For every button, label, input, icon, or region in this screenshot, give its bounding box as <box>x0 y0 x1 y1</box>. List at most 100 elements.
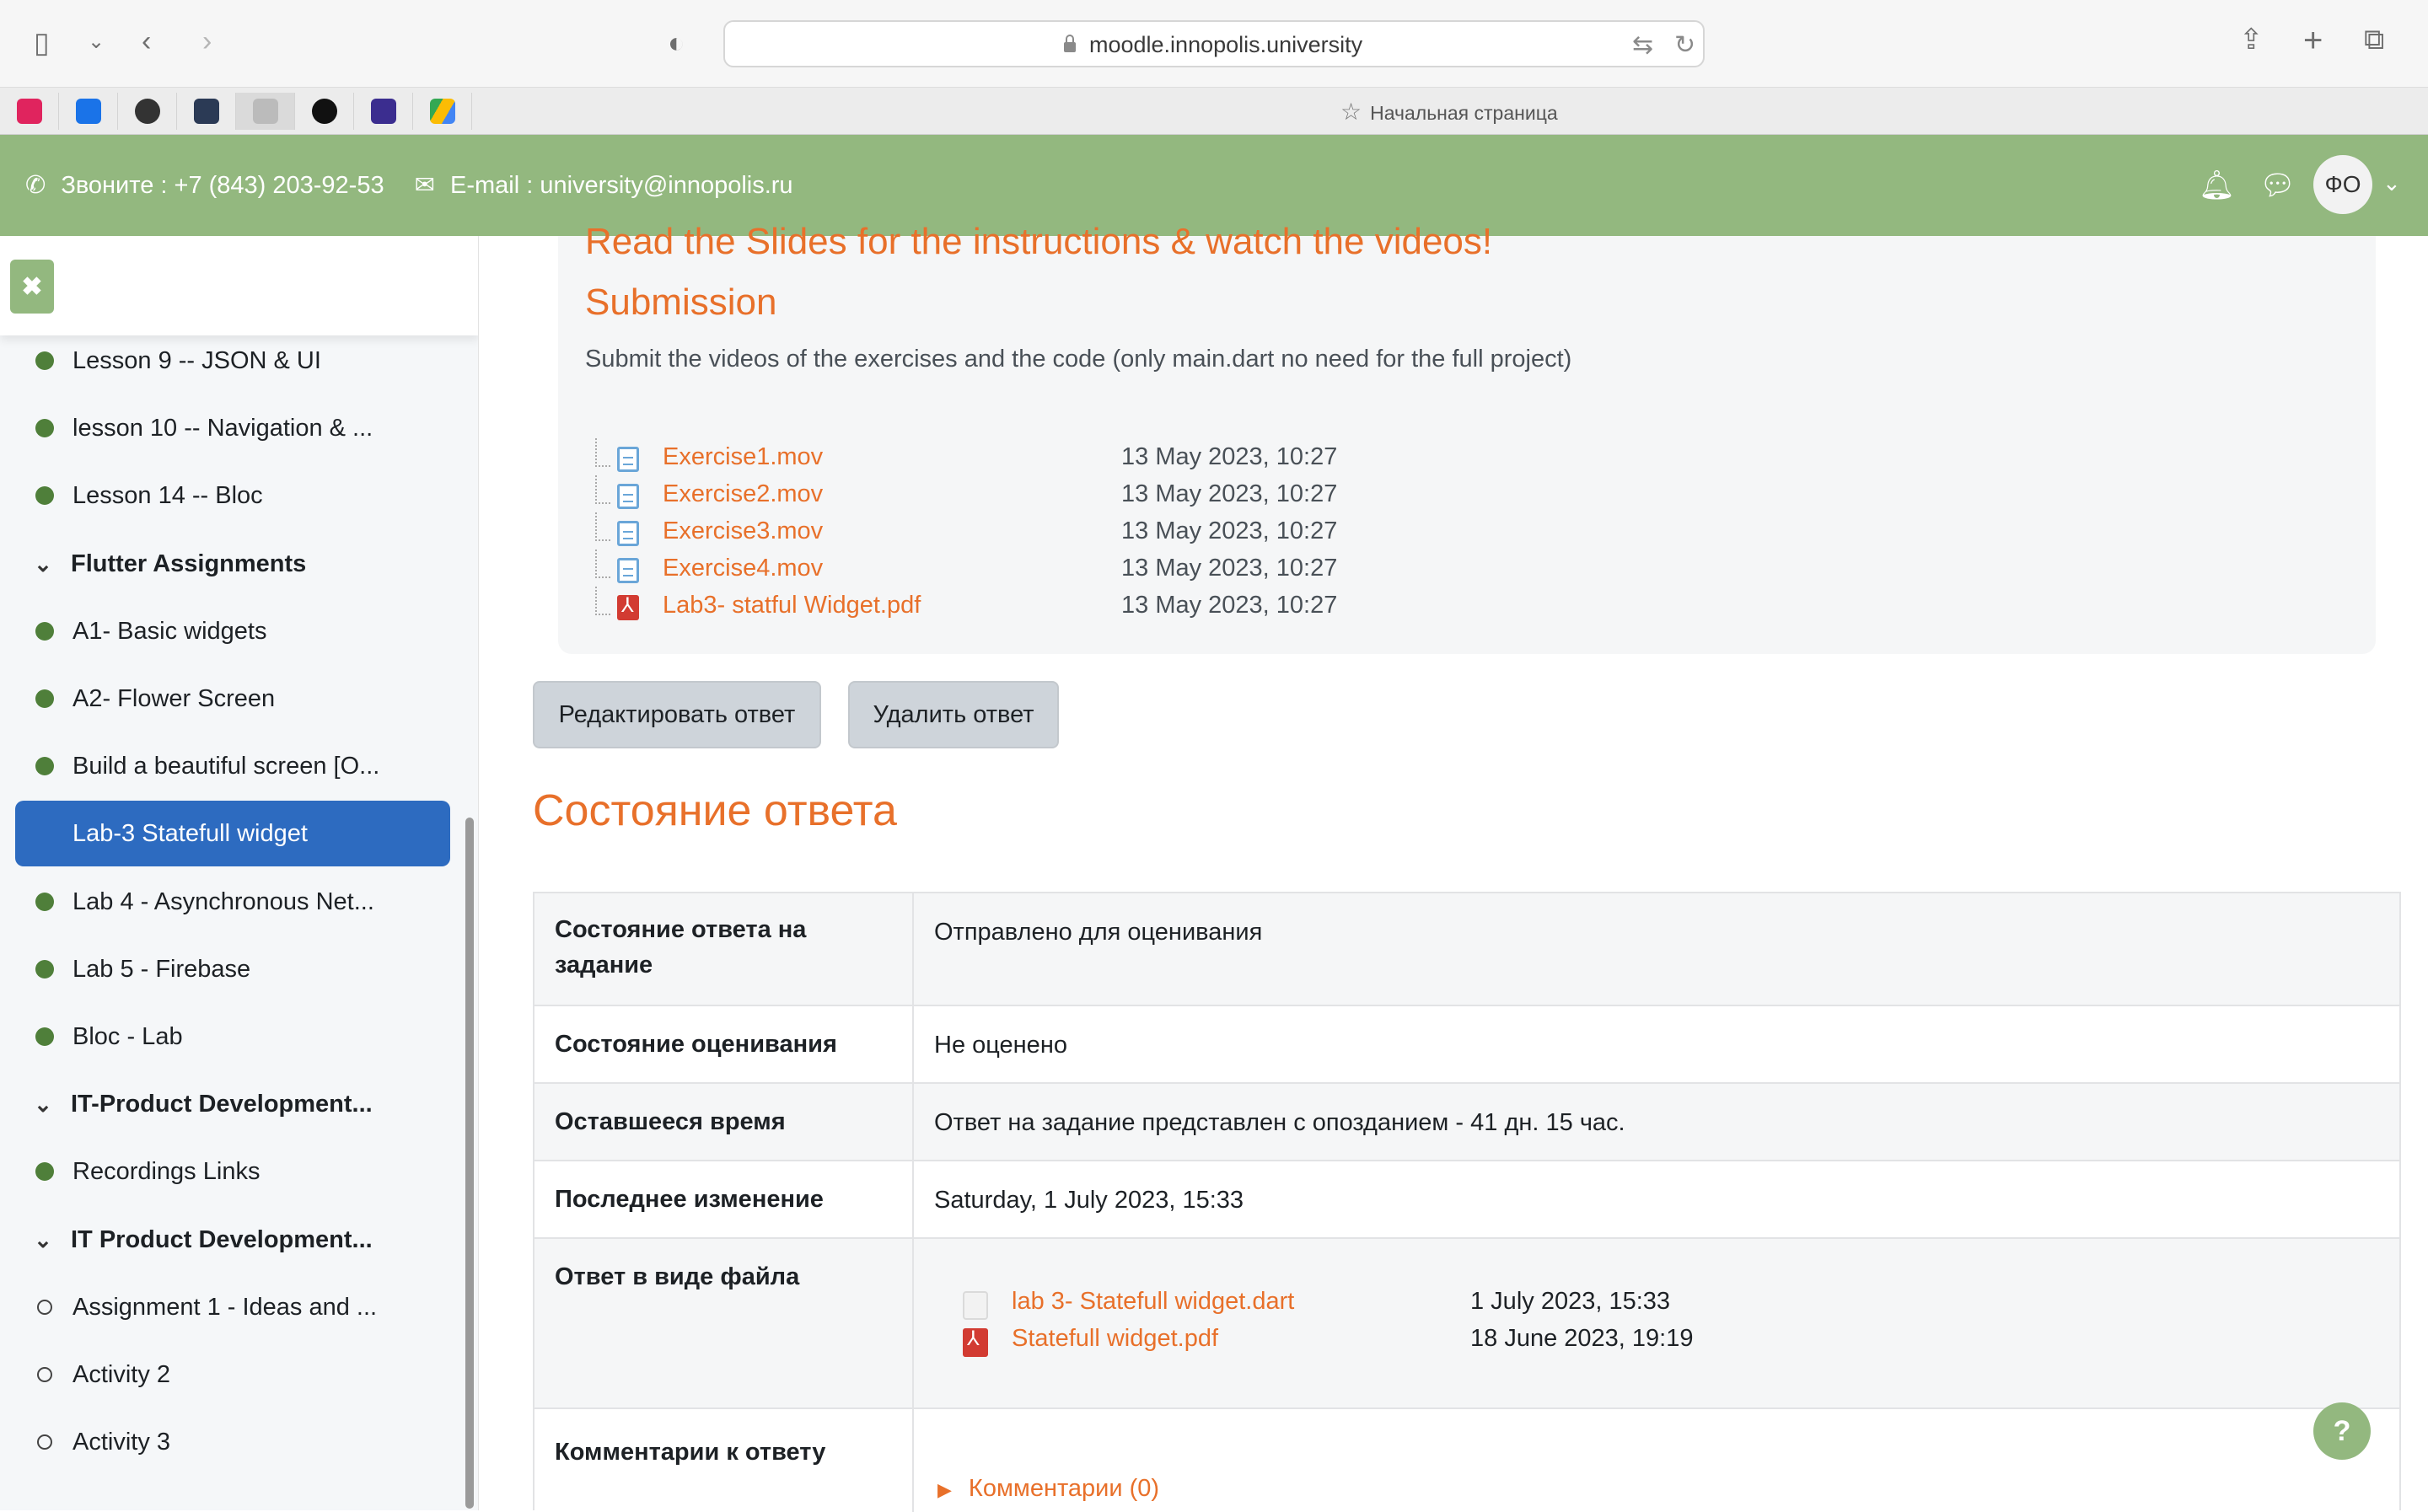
sidebar-item[interactable]: Lab 5 - Firebase <box>15 936 450 1002</box>
file-link[interactable]: Statefull widget.pdf <box>1012 1325 1218 1353</box>
comments-label: Комментарии к ответу <box>555 1439 826 1466</box>
file-link[interactable]: Lab3- statful Widget.pdf <box>663 592 921 619</box>
file-date: 18 June 2023, 19:19 <box>1470 1325 1694 1352</box>
reload-icon[interactable]: ↻ <box>1674 30 1695 60</box>
help-button[interactable]: ? <box>2313 1402 2371 1460</box>
sidebar-item-label: Lab 5 - Firebase <box>73 955 251 983</box>
chat-app-icon <box>75 99 101 124</box>
favorite-university[interactable] <box>354 93 413 130</box>
column-divider <box>912 893 914 1005</box>
start-page-tab[interactable]: ☆ Начальная страница <box>1340 98 1558 126</box>
messages-icon[interactable]: 💬︎ <box>2259 169 2296 202</box>
sidebar-toggle-icon[interactable]: ▯ <box>34 29 50 57</box>
tree-connector <box>595 512 610 541</box>
chevron-down-icon[interactable]: ⌄ <box>88 32 105 52</box>
time-remaining-label: Оставшееся время <box>555 1108 786 1135</box>
file-link[interactable]: Exercise1.mov <box>663 443 823 471</box>
tree-connector <box>595 438 610 467</box>
submission-description: Submit the videos of the exercises and t… <box>585 346 1572 373</box>
circle-outline-icon <box>37 1434 52 1450</box>
video-file-icon <box>617 484 639 509</box>
tab-overview-icon[interactable]: ⧉ <box>2364 25 2384 54</box>
status-row-last-modified: Последнее изменение Saturday, 1 July 202… <box>533 1160 2401 1237</box>
status-row-time-remaining: Оставшееся время Ответ на задание предст… <box>533 1082 2401 1160</box>
sidebar-item-label: Activity 3 <box>73 1428 171 1456</box>
sidebar-section[interactable]: ⌄ IT Product Development... <box>15 1207 450 1273</box>
last-modified-value: Saturday, 1 July 2023, 15:33 <box>934 1187 1244 1214</box>
sidebar-item-label: A1- Basic widgets <box>73 617 267 645</box>
file-row: Exercise2.mov 13 May 2023, 10:27 <box>595 475 1438 514</box>
column-divider <box>912 1161 914 1237</box>
back-arrow-icon[interactable]: ‹ <box>142 27 151 56</box>
tree-connector <box>595 550 610 578</box>
sidebar-item[interactable]: Bloc - Lab <box>15 1004 450 1070</box>
file-link[interactable]: lab 3- Statefull widget.dart <box>1012 1288 1294 1316</box>
sidebar-item[interactable]: A2- Flower Screen <box>15 666 450 732</box>
sidebar-section[interactable]: ⌄ IT-Product Development... <box>15 1071 450 1137</box>
notifications-bell-icon[interactable]: 🔔︎ <box>2199 169 2235 202</box>
lock-icon <box>1064 35 1076 52</box>
sidebar-scrollbar[interactable] <box>465 818 474 1509</box>
file-link[interactable]: Exercise4.mov <box>663 555 823 582</box>
favorite-drive[interactable] <box>413 93 472 130</box>
phone-text: Звоните : +7 (843) 203-92-53 <box>61 172 384 199</box>
column-divider <box>912 1084 914 1160</box>
circle-outline-icon <box>37 1367 52 1382</box>
edit-submission-button[interactable]: Редактировать ответ <box>533 681 821 748</box>
completion-dot-icon <box>35 622 54 641</box>
sidebar-section[interactable]: ⌄ Flutter Assignments <box>15 531 450 597</box>
download-icon <box>16 99 42 124</box>
column-divider <box>912 1409 914 1512</box>
chevron-down-icon[interactable]: ⌄ <box>2382 170 2401 196</box>
comments-toggle[interactable]: ▶ Комментарии (0) <box>937 1475 1159 1503</box>
user-avatar[interactable]: ФО <box>2313 155 2372 214</box>
sidebar-item[interactable]: Lab 4 - Asynchronous Net... <box>15 869 450 935</box>
close-drawer-button[interactable]: ✖ <box>10 260 54 314</box>
video-file-icon <box>617 558 639 583</box>
sidebar-item[interactable]: Build a beautiful screen [O... <box>15 733 450 799</box>
submission-heading: Submission <box>585 281 777 323</box>
sidebar-item[interactable]: lesson 10 -- Navigation & ... <box>15 395 450 461</box>
file-row: Lab3- statful Widget.pdf 13 May 2023, 10:… <box>595 587 1438 625</box>
sidebar-item[interactable]: Activity 2 <box>15 1342 450 1407</box>
sidebar-item[interactable]: Lesson 14 -- Bloc <box>15 463 450 528</box>
file-date: 13 May 2023, 10:27 <box>1121 517 1338 544</box>
file-link[interactable]: Exercise3.mov <box>663 517 823 545</box>
completion-dot-icon <box>35 351 54 370</box>
status-row-submission: Состояние ответа на задание Отправлено д… <box>533 892 2401 1005</box>
caret-right-icon: ▶ <box>937 1479 952 1500</box>
sidebar-item-label: Lesson 14 -- Bloc <box>73 481 263 509</box>
sidebar-item-label: IT Product Development... <box>71 1225 373 1253</box>
file-date: 1 July 2023, 15:33 <box>1470 1288 1671 1315</box>
completion-dot-icon <box>35 689 54 708</box>
remove-submission-button[interactable]: Удалить ответ <box>848 681 1059 748</box>
sidebar-item-label: Lab-3 Statefull widget <box>73 819 308 847</box>
grading-label: Состояние оценивания <box>555 1031 837 1058</box>
sidebar-item-label: Lesson 9 -- JSON & UI <box>73 346 321 374</box>
file-link[interactable]: Exercise2.mov <box>663 480 823 508</box>
sidebar-item[interactable]: Recordings Links <box>15 1139 450 1204</box>
favorite-github[interactable] <box>295 93 354 130</box>
translate-icon[interactable]: ⇆ <box>1632 30 1653 60</box>
new-tab-icon[interactable]: + <box>2303 24 2323 57</box>
favorite-doc[interactable] <box>236 93 295 130</box>
file-date: 13 May 2023, 10:27 <box>1121 480 1338 507</box>
favorite-course[interactable] <box>177 93 236 130</box>
sidebar-item[interactable]: Lesson 9 -- JSON & UI <box>15 328 450 394</box>
privacy-shield-icon[interactable]: ◐ <box>668 29 685 57</box>
sidebar-item[interactable]: Activity 3 <box>15 1409 450 1475</box>
sidebar-item-label: Build a beautiful screen [O... <box>73 752 380 780</box>
sidebar-item[interactable]: Assignment 1 - Ideas and ... <box>15 1274 450 1340</box>
video-file-icon <box>617 521 639 546</box>
chevron-down-icon: ⌄ <box>34 1091 52 1117</box>
address-bar[interactable]: moodle.innopolis.university ⇆ ↻ <box>723 20 1705 67</box>
favorite-openai[interactable] <box>118 93 177 130</box>
favorite-chat[interactable] <box>59 93 118 130</box>
favorite-download[interactable] <box>0 93 59 130</box>
document-icon <box>252 99 278 124</box>
sidebar-item[interactable]: Lab-3 Statefull widget <box>15 801 450 866</box>
forward-arrow-icon[interactable]: › <box>202 27 212 56</box>
sidebar-item[interactable]: A1- Basic widgets <box>15 598 450 664</box>
share-icon[interactable]: ⇪ <box>2239 25 2264 54</box>
file-row: Exercise3.mov 13 May 2023, 10:27 <box>595 512 1438 551</box>
